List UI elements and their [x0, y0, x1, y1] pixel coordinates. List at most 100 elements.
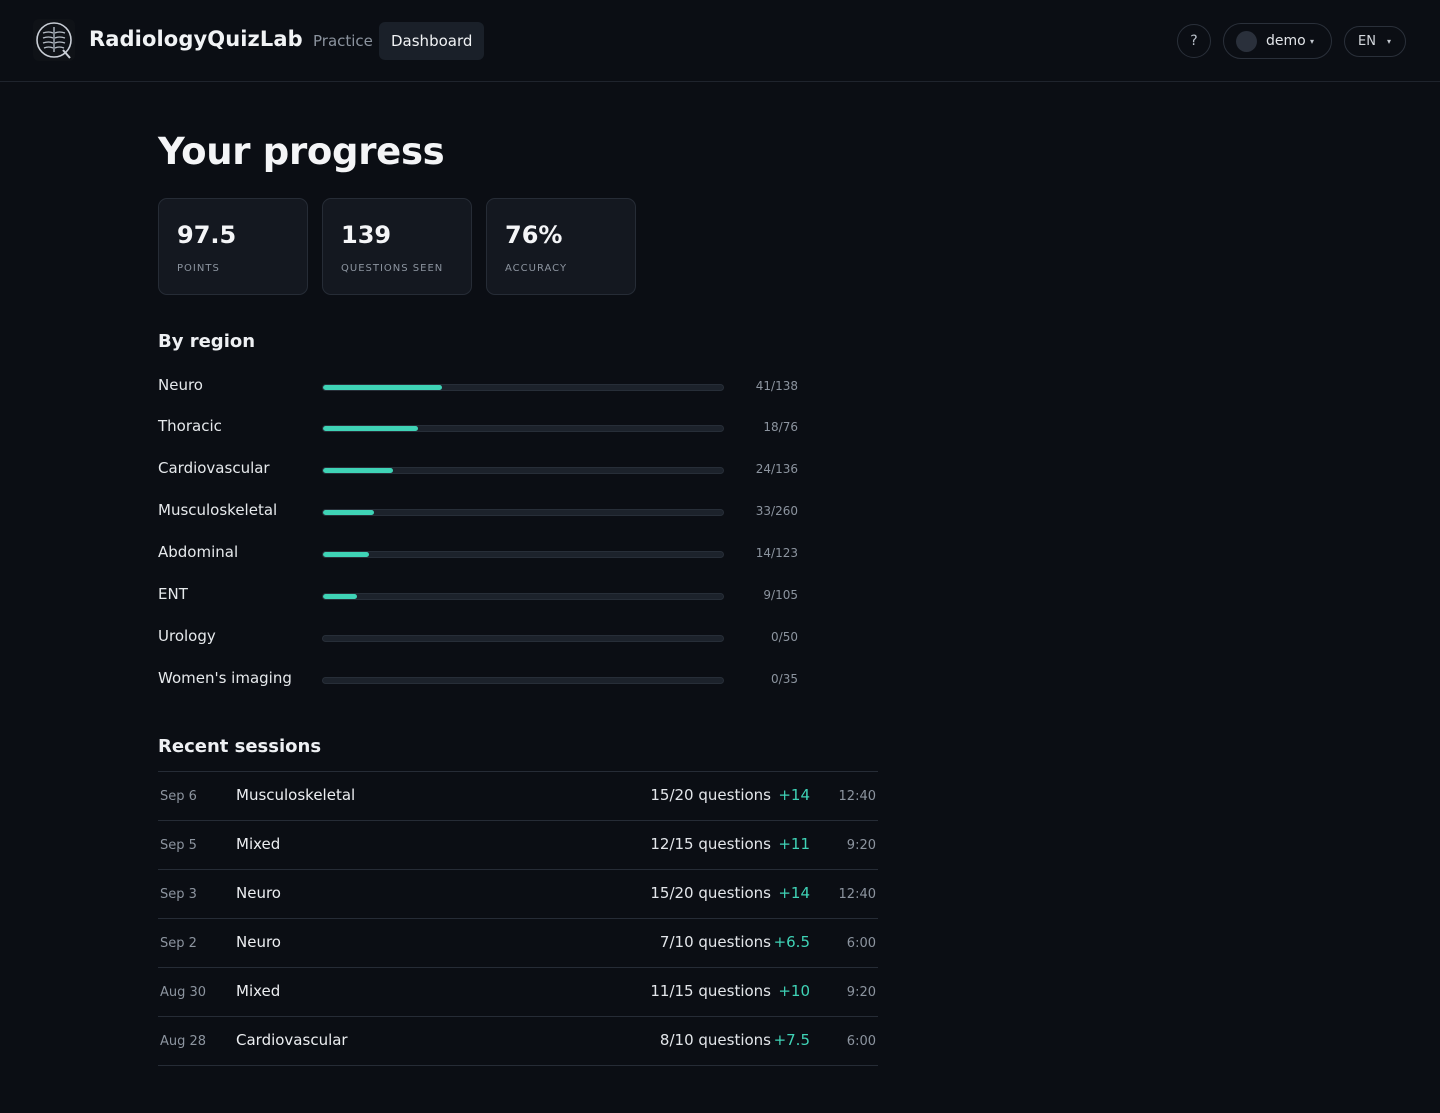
- recent-sessions-heading: Recent sessions: [158, 736, 322, 757]
- session-duration: 6:00: [846, 936, 876, 951]
- region-name: Neuro: [158, 376, 203, 394]
- region-count: 14/123: [755, 546, 798, 560]
- progress-bar-fill: [323, 468, 394, 473]
- session-topic: Neuro: [236, 933, 281, 951]
- stat-label: QUESTIONS SEEN: [341, 263, 444, 274]
- region-row-womens-imaging: Women's imaging 0/35: [158, 669, 798, 695]
- session-topic: Musculoskeletal: [236, 786, 356, 804]
- progress-bar-fill: [323, 510, 374, 515]
- progress-bar: [322, 635, 724, 642]
- progress-bar: [322, 509, 724, 516]
- stat-card-questions-seen: 139 QUESTIONS SEEN: [322, 198, 472, 295]
- stat-card-points: 97.5 POINTS: [158, 198, 308, 295]
- progress-bar: [322, 384, 724, 391]
- session-date: Sep 6: [160, 789, 197, 804]
- region-name: Cardiovascular: [158, 459, 270, 477]
- user-name: demo: [1266, 33, 1306, 49]
- session-date: Sep 2: [160, 936, 197, 951]
- session-row[interactable]: Sep 3 Neuro 15/20 questions +14 12:40: [158, 870, 878, 919]
- progress-bar-fill: [323, 552, 369, 557]
- session-date: Aug 30: [160, 985, 207, 1000]
- top-bar: RadiologyQuizLab Practice Dashboard ? de…: [0, 0, 1440, 82]
- session-date: Sep 5: [160, 838, 197, 853]
- nav-practice[interactable]: Practice: [303, 22, 383, 60]
- chevron-down-icon: ▾: [1310, 37, 1315, 46]
- session-points: +6.5: [773, 933, 810, 951]
- session-points: +14: [778, 786, 810, 804]
- region-name: Urology: [158, 627, 216, 645]
- region-count: 24/136: [755, 462, 798, 476]
- session-duration: 9:20: [846, 838, 876, 853]
- session-points: +14: [778, 884, 810, 902]
- progress-bar: [322, 551, 724, 558]
- by-region-heading: By region: [158, 331, 256, 352]
- recent-sessions-list: Sep 6 Musculoskeletal 15/20 questions +1…: [158, 771, 878, 1066]
- progress-bar-fill: [323, 594, 358, 599]
- session-topic: Cardiovascular: [236, 1031, 348, 1049]
- stat-value: 76%: [505, 221, 563, 249]
- session-duration: 6:00: [846, 1034, 876, 1049]
- region-name: Musculoskeletal: [158, 501, 278, 519]
- stat-value: 97.5: [177, 221, 237, 249]
- stat-value: 139: [341, 221, 392, 249]
- session-questions: 12/15 questions: [650, 835, 771, 853]
- page-title: Your progress: [158, 130, 445, 173]
- region-count: 33/260: [755, 504, 798, 518]
- session-date: Aug 28: [160, 1034, 207, 1049]
- session-row[interactable]: Sep 6 Musculoskeletal 15/20 questions +1…: [158, 772, 878, 821]
- session-duration: 12:40: [838, 789, 876, 804]
- stat-label: POINTS: [177, 263, 220, 274]
- session-topic: Mixed: [236, 982, 281, 1000]
- avatar: [1236, 31, 1257, 52]
- session-row[interactable]: Sep 2 Neuro 7/10 questions +6.5 6:00: [158, 919, 878, 968]
- region-row-neuro: Neuro 41/138: [158, 376, 798, 402]
- session-points: +10: [778, 982, 810, 1000]
- region-row-abdominal: Abdominal 14/123: [158, 543, 798, 569]
- region-name: Women's imaging: [158, 669, 292, 687]
- region-count: 9/105: [763, 588, 798, 602]
- region-name: Abdominal: [158, 543, 239, 561]
- region-row-urology: Urology 0/50: [158, 627, 798, 653]
- session-row[interactable]: Aug 28 Cardiovascular 8/10 questions +7.…: [158, 1017, 878, 1066]
- region-name: ENT: [158, 585, 188, 603]
- session-topic: Neuro: [236, 884, 281, 902]
- session-points: +7.5: [773, 1031, 810, 1049]
- progress-bar-fill: [323, 426, 418, 431]
- help-button[interactable]: ?: [1177, 24, 1211, 58]
- region-count: 0/50: [771, 630, 798, 644]
- region-count: 18/76: [763, 420, 798, 434]
- session-points: +11: [778, 835, 810, 853]
- user-menu-button[interactable]: demo ▾: [1223, 23, 1332, 59]
- progress-bar-fill: [323, 385, 442, 390]
- progress-bar: [322, 677, 724, 684]
- region-row-cardiovascular: Cardiovascular 24/136: [158, 459, 798, 485]
- region-count: 41/138: [755, 379, 798, 393]
- progress-bar: [322, 593, 724, 600]
- session-questions: 15/20 questions: [650, 786, 771, 804]
- region-row-musculoskeletal: Musculoskeletal 33/260: [158, 501, 798, 527]
- progress-bar: [322, 425, 724, 432]
- session-row[interactable]: Sep 5 Mixed 12/15 questions +11 9:20: [158, 821, 878, 870]
- chevron-down-icon: ▾: [1387, 37, 1392, 46]
- session-questions: 7/10 questions: [659, 933, 771, 951]
- stat-card-accuracy: 76% ACCURACY: [486, 198, 636, 295]
- region-row-thoracic: Thoracic 18/76: [158, 417, 798, 443]
- session-questions: 11/15 questions: [650, 982, 771, 1000]
- region-name: Thoracic: [158, 417, 222, 435]
- brand-name[interactable]: RadiologyQuizLab: [89, 27, 303, 51]
- xray-chest-icon[interactable]: [33, 19, 75, 61]
- session-duration: 9:20: [846, 985, 876, 1000]
- progress-bar: [322, 467, 724, 474]
- stat-label: ACCURACY: [505, 263, 568, 274]
- session-date: Sep 3: [160, 887, 197, 902]
- language-selector[interactable]: EN ▾: [1344, 26, 1406, 57]
- nav-dashboard[interactable]: Dashboard: [379, 22, 485, 60]
- session-topic: Mixed: [236, 835, 281, 853]
- region-row-ent: ENT 9/105: [158, 585, 798, 611]
- session-duration: 12:40: [838, 887, 876, 902]
- region-count: 0/35: [771, 672, 798, 686]
- session-questions: 15/20 questions: [650, 884, 771, 902]
- language-code: EN: [1358, 34, 1376, 49]
- session-row[interactable]: Aug 30 Mixed 11/15 questions +10 9:20: [158, 968, 878, 1017]
- session-questions: 8/10 questions: [659, 1031, 771, 1049]
